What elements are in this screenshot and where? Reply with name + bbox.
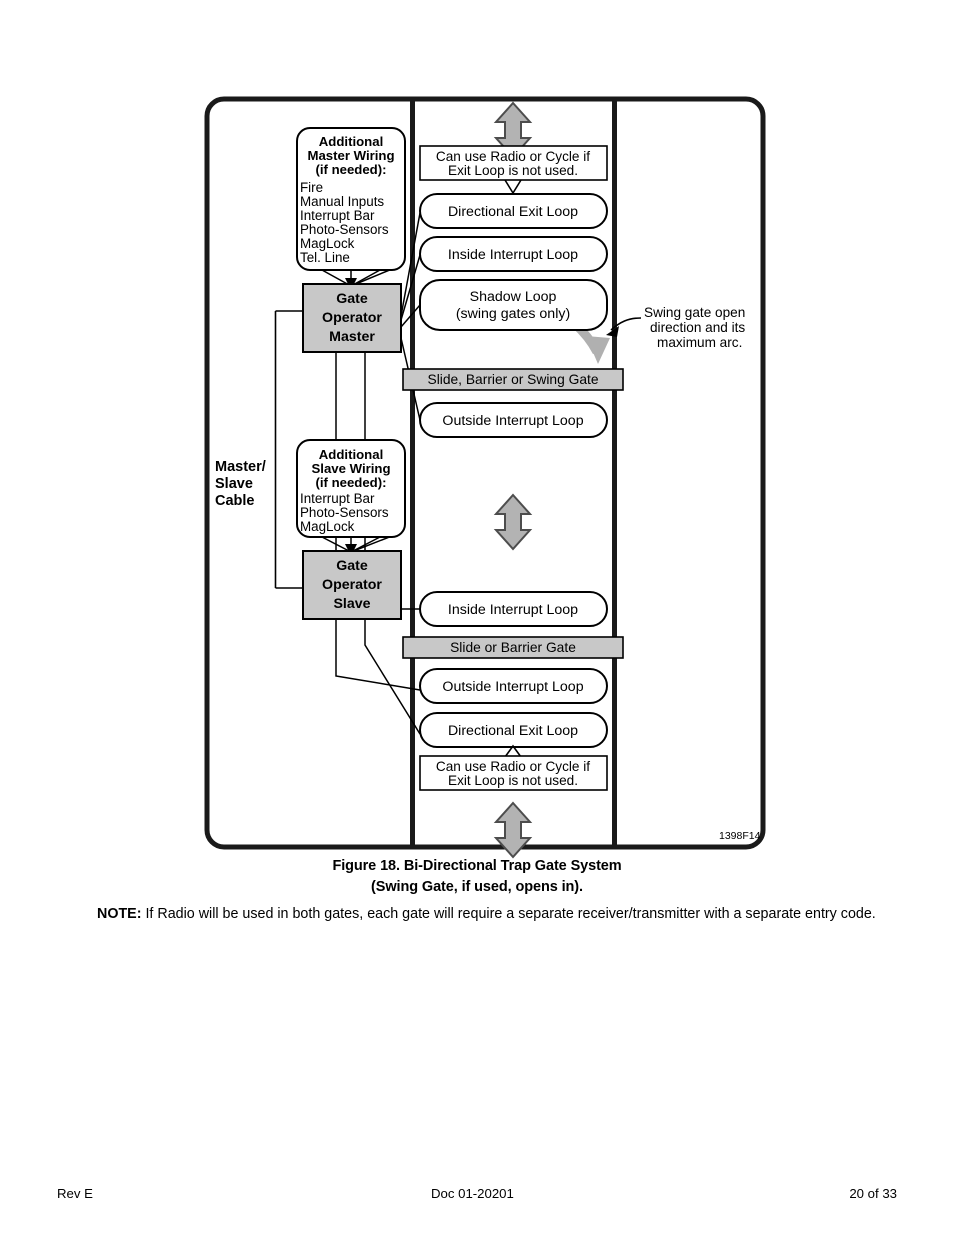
- loop-shadow-line1: Shadow Loop: [470, 289, 557, 305]
- figure-18-diagram: Master/ Slave Cable Swing gate open dire…: [0, 0, 954, 870]
- gate-operator-master-line1: Gate: [336, 291, 368, 307]
- gate-operator-slave-line3: Slave: [333, 596, 370, 612]
- master-slave-cable-label-line3: Cable: [215, 493, 255, 509]
- swing-gate-arc-arrowhead-right: [586, 336, 610, 364]
- radio-note-bottom-line1: Can use Radio or Cycle if: [436, 759, 590, 774]
- master-wiring-item-0: Fire: [300, 180, 323, 195]
- master-slave-cable-label-line1: Master/: [215, 459, 266, 475]
- gate-bar-slave-label: Slide or Barrier Gate: [450, 640, 576, 655]
- loop-bottom-directional-exit-label: Directional Exit Loop: [448, 723, 578, 739]
- figure-caption-line2: (Swing Gate, if used, opens in).: [371, 878, 583, 895]
- swing-note-line2: direction and its: [650, 320, 745, 335]
- master-wiring-title-line3: (if needed):: [315, 162, 386, 177]
- footer-revision: Rev E: [57, 1186, 93, 1201]
- master-wiring-item-1: Manual Inputs: [300, 194, 384, 209]
- master-wiring-item-5: Tel. Line: [300, 250, 350, 265]
- master-wiring-item-4: MagLock: [300, 236, 355, 251]
- loop-shadow-line2: (swing gates only): [456, 306, 570, 322]
- note-block: NOTE: If Radio will be used in both gate…: [97, 904, 887, 926]
- master-wiring-title-line1: Additional: [319, 134, 383, 149]
- loop-top-directional-exit-label: Directional Exit Loop: [448, 204, 578, 220]
- radio-note-bottom-line2: Exit Loop is not used.: [448, 773, 578, 788]
- slave-wiring-title-line1: Additional: [319, 447, 383, 462]
- radio-note-top-line1: Can use Radio or Cycle if: [436, 149, 590, 164]
- master-slave-cable-label-line2: Slave: [215, 476, 253, 492]
- note-label: NOTE:: [97, 906, 142, 922]
- slave-wiring-title-line2: Slave Wiring: [311, 461, 390, 476]
- radio-note-top-pointer: [504, 179, 522, 195]
- slave-wiring-item-1: Photo-Sensors: [300, 505, 389, 520]
- trap-gate-system-svg: Master/ Slave Cable Swing gate open dire…: [204, 96, 766, 859]
- master-wiring-item-2: Interrupt Bar: [300, 208, 375, 223]
- loop-top-outside-interrupt-label: Outside Interrupt Loop: [442, 413, 583, 429]
- master-wiring-item-3: Photo-Sensors: [300, 222, 389, 237]
- swing-note-line1: Swing gate open: [644, 305, 745, 320]
- radio-note-top-line2: Exit Loop is not used.: [448, 163, 578, 178]
- gate-operator-master-line3: Master: [329, 329, 375, 345]
- slave-wiring-item-0: Interrupt Bar: [300, 491, 375, 506]
- figure-id-label: 1398F14: [719, 830, 761, 842]
- gate-bar-master-label: Slide, Barrier or Swing Gate: [428, 372, 599, 387]
- page-footer: Rev E Doc 01-20201 20 of 33: [57, 1186, 897, 1206]
- gate-operator-slave-line2: Operator: [322, 577, 382, 593]
- traffic-arrow-middle: [493, 493, 533, 551]
- loop-bottom-inside-interrupt-label: Inside Interrupt Loop: [448, 602, 578, 618]
- master-wiring-title-line2: Master Wiring: [307, 148, 394, 163]
- note-text: If Radio will be used in both gates, eac…: [141, 906, 876, 922]
- slave-wiring-item-2: MagLock: [300, 519, 355, 534]
- footer-page-number: 20 of 33: [849, 1186, 897, 1201]
- slave-wiring-title-line3: (if needed):: [315, 475, 386, 490]
- footer-document: Doc 01-20201: [431, 1186, 514, 1201]
- loop-top-inside-interrupt-label: Inside Interrupt Loop: [448, 247, 578, 263]
- loop-shadow: [419, 279, 608, 331]
- figure-caption: Figure 18. Bi-Directional Trap Gate Syst…: [0, 856, 954, 897]
- loop-bottom-outside-interrupt-label: Outside Interrupt Loop: [442, 679, 583, 695]
- gate-operator-master-line2: Operator: [322, 310, 382, 326]
- figure-caption-line1: Figure 18. Bi-Directional Trap Gate Syst…: [332, 858, 622, 874]
- gate-operator-slave-line1: Gate: [336, 558, 368, 574]
- swing-note-line3: maximum arc.: [657, 335, 742, 350]
